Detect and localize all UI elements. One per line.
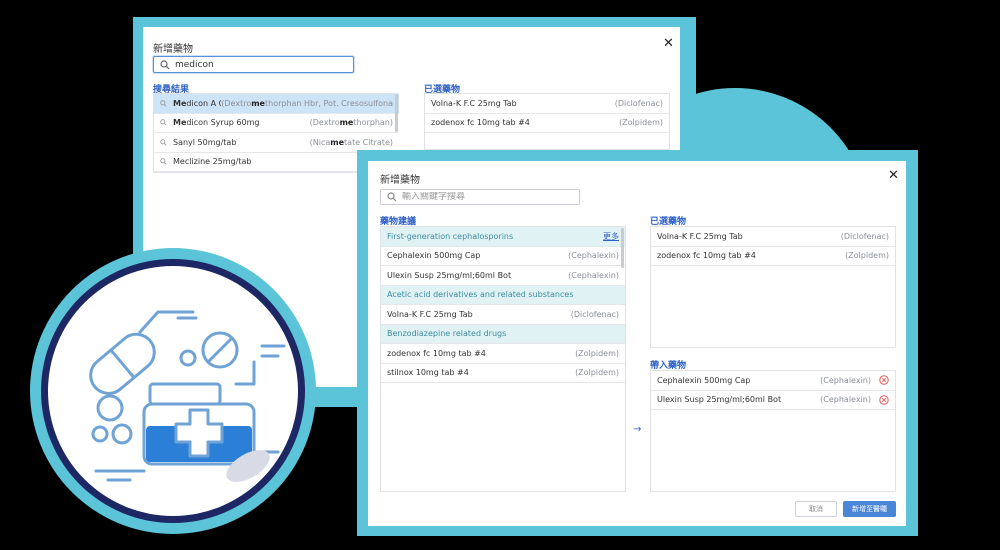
- ingredient-pre: (Dextro: [221, 98, 252, 108]
- drug-name: Ulexin Susp 25mg/ml;60ml Bot: [657, 395, 782, 405]
- more-link[interactable]: 更多: [603, 231, 619, 242]
- front-close-icon[interactable]: ✕: [888, 169, 899, 182]
- search-icon: [160, 119, 167, 126]
- drug-name: stilnox 10mg tab #4: [387, 368, 469, 378]
- ingredient-post: thorphan Hbr, Pot. Cresosulfona: [264, 98, 393, 108]
- drug-meta: (Zolpidem): [845, 251, 889, 260]
- medicine-illustration-icon: [89, 310, 286, 482]
- back-selected-list: Volna-K F.C 25mg Tab (Diclofenac) zodenox …: [424, 93, 670, 150]
- cancel-button[interactable]: 取消: [795, 501, 837, 517]
- search-icon: [160, 59, 170, 69]
- category-name: Acetic acid derivatives and related subs…: [387, 290, 574, 300]
- drug-name: Volna-K F.C 25mg Tab: [431, 98, 517, 108]
- drug-meta: (Cephalexin): [820, 395, 889, 405]
- results-scrollbar[interactable]: [395, 94, 398, 132]
- drug-name: Ulexin Susp 25mg/ml;60ml Bot: [387, 270, 512, 280]
- result-name-match: Me: [173, 118, 187, 128]
- result-row[interactable]: Me dicon Syrup 60mg (Dextromethorphan): [154, 113, 399, 133]
- drug-ingredient: (Cephalexin): [820, 375, 871, 385]
- result-name: Sanyl 50mg/tab: [160, 138, 236, 147]
- suggestion-row[interactable]: Cephalexin 500mg Cap (Cephalexin): [381, 246, 625, 266]
- ingredient-match: me: [330, 137, 345, 147]
- selected-row[interactable]: Volna-K F.C 25mg Tab (Diclofenac): [425, 94, 669, 114]
- remove-icon[interactable]: [879, 375, 889, 385]
- drug-name: Volna-K F.C 25mg Tab: [657, 231, 743, 241]
- transfer-arrow-icon[interactable]: →: [633, 424, 641, 435]
- drug-meta: (Cephalexin): [820, 375, 889, 385]
- result-name-match: Me: [173, 98, 187, 108]
- search-icon: [160, 139, 167, 146]
- ingredient-pre: (Nica: [309, 137, 331, 147]
- suggest-list: First-generation cephalosporins 更多 Cephale…: [380, 226, 626, 492]
- add-to-order-button[interactable]: 新增至醫囑: [843, 501, 896, 517]
- front-search-box[interactable]: [380, 189, 580, 205]
- drug-name: zodenox fc 10mg tab #4: [431, 118, 530, 128]
- front-selected-list: Volna-K F.C 25mg Tab (Diclofenac) zodenox …: [650, 226, 896, 348]
- drug-meta: (Zolpidem): [619, 118, 663, 127]
- result-name-post: dicon Syrup 60mg: [186, 118, 260, 128]
- ingredient-post: thorphan): [353, 118, 393, 128]
- drug-ingredient: (Zolpidem): [575, 368, 619, 378]
- drug-ingredient: (Diclofenac): [614, 98, 663, 108]
- drug-meta: (Diclofenac): [615, 99, 663, 108]
- front-dialog-title: 新增藥物: [380, 175, 420, 186]
- suggestion-row[interactable]: Volna-K F.C 25mg Tab (Diclofenac): [381, 305, 625, 325]
- back-search-box[interactable]: [153, 56, 354, 73]
- imported-row[interactable]: Ulexin Susp 25mg/ml;60ml Bot (Cephalexin): [651, 390, 895, 410]
- selected-row[interactable]: zodenox fc 10mg tab #4 (Zolpidem): [651, 246, 895, 266]
- illustration-white-disc: [48, 266, 298, 516]
- back-dialog-title: 新增藥物: [153, 44, 193, 55]
- search-icon: [160, 158, 167, 165]
- result-name: Meclizine 25mg/tab: [160, 157, 252, 166]
- drug-ingredient: (Zolpidem): [575, 348, 619, 358]
- drug-name: zodenox fc 10mg tab #4: [387, 348, 486, 358]
- front-search-input[interactable]: [402, 192, 556, 202]
- drug-ingredient: (Zolpidem): [845, 251, 889, 261]
- suggestion-row[interactable]: stilnox 10mg tab #4 (Zolpidem): [381, 363, 625, 383]
- drug-name: Volna-K F.C 25mg Tab: [387, 309, 473, 319]
- drug-ingredient: (Cephalexin): [568, 270, 619, 280]
- result-ingredient: (Dextromethorphan Hbr, Pot. Cresosulfona: [221, 99, 393, 108]
- result-ingredient: (Dextromethorphan): [310, 118, 393, 127]
- back-search-input[interactable]: [175, 59, 330, 70]
- category-header[interactable]: Benzodiazepine related drugs: [381, 324, 625, 344]
- result-name: Medicon A Cap: [160, 99, 221, 108]
- ingredient-pre: (Dextro: [309, 118, 340, 128]
- suggestion-row[interactable]: zodenox fc 10mg tab #4 (Zolpidem): [381, 344, 625, 364]
- drug-ingredient: (Diclofenac): [840, 231, 889, 241]
- drug-ingredient: (Cephalexin): [568, 251, 619, 261]
- suggestion-row[interactable]: Ulexin Susp 25mg/ml;60ml Bot (Cephalexin): [381, 266, 625, 286]
- imported-row[interactable]: Cephalexin 500mg Cap (Cephalexin): [651, 371, 895, 391]
- back-close-icon[interactable]: ✕: [663, 37, 674, 50]
- drug-ingredient: (Zolpidem): [619, 118, 663, 128]
- search-icon: [160, 100, 167, 107]
- category-header[interactable]: First-generation cephalosporins 更多: [381, 227, 625, 247]
- result-row[interactable]: Medicon A Cap(Dextromethorphan Hbr, Pot.…: [154, 94, 399, 114]
- front-dialog: 新增藥物 ✕ 藥物建議 First-generation cephalospor…: [368, 161, 906, 526]
- drug-name: Cephalexin 500mg Cap: [387, 251, 481, 261]
- import-list: Cephalexin 500mg Cap (Cephalexin) Ulexin S…: [650, 370, 896, 492]
- category-name: First-generation cephalosporins: [387, 231, 514, 241]
- drug-name: Cephalexin 500mg Cap: [657, 375, 751, 385]
- suggest-scrollbar[interactable]: [621, 228, 624, 268]
- result-name-pre: Sanyl 50mg/tab: [173, 137, 237, 147]
- category-header[interactable]: Acetic acid derivatives and related subs…: [381, 285, 625, 305]
- result-name-pre: Meclizine 25mg/tab: [173, 157, 252, 167]
- ingredient-match: me: [251, 98, 265, 108]
- category-name: Benzodiazepine related drugs: [387, 329, 507, 339]
- drug-ingredient: (Cephalexin): [820, 395, 871, 405]
- ingredient-post: tate Citrate): [344, 137, 393, 147]
- ingredient-match: me: [339, 118, 354, 128]
- selected-row[interactable]: Volna-K F.C 25mg Tab (Diclofenac): [651, 227, 895, 247]
- result-ingredient: (Nicametate Citrate): [310, 138, 393, 147]
- result-name-post: dicon A Cap: [186, 98, 221, 108]
- selected-row[interactable]: zodenox fc 10mg tab #4 (Zolpidem): [425, 113, 669, 133]
- drug-ingredient: (Diclofenac): [570, 309, 619, 319]
- result-name: Me dicon Syrup 60mg: [160, 118, 259, 127]
- drug-name: zodenox fc 10mg tab #4: [657, 251, 756, 261]
- remove-icon[interactable]: [879, 395, 889, 405]
- search-icon: [387, 192, 397, 202]
- drug-meta: (Diclofenac): [841, 232, 889, 241]
